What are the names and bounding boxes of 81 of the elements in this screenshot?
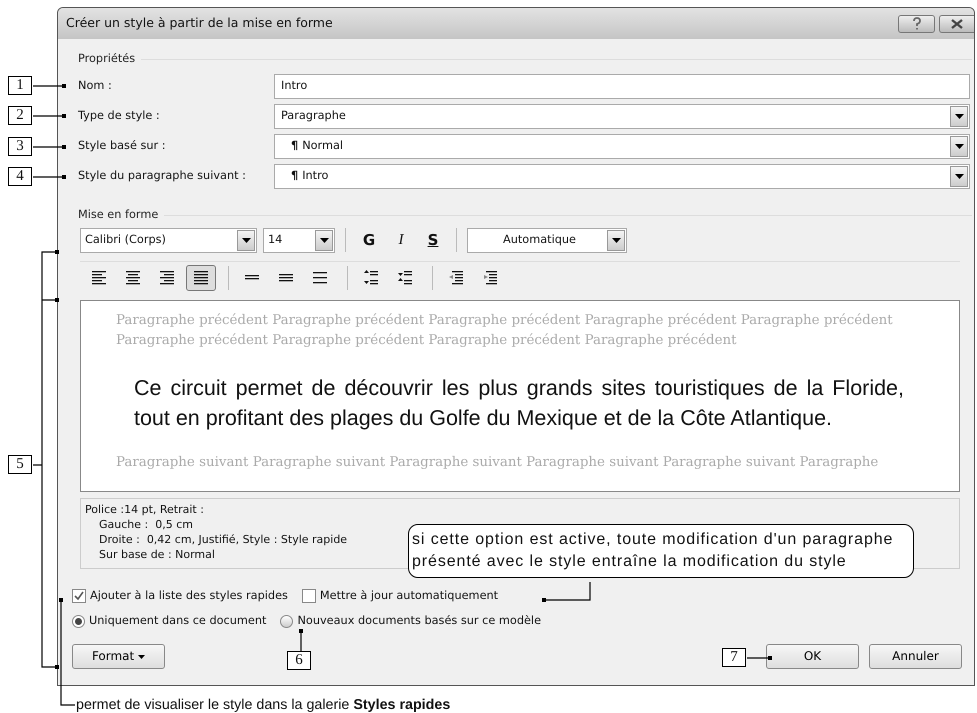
sample-paragraph-text: Ce circuit permet de découvrir les plus grands sites touristiques de la Floride, tout en profitant des plages du Golfe du Mexique et de la Côte Atlantique.: [134, 374, 904, 432]
font-dropdown[interactable]: Calibri (Corps): [80, 228, 257, 253]
close-icon: [951, 18, 963, 28]
callout-number: 5: [8, 455, 32, 474]
dropdown-arrow-icon: [954, 174, 964, 179]
align-right-icon: [160, 270, 174, 286]
callout-number: 7: [722, 648, 746, 667]
radio-label: Uniquement dans ce document: [89, 612, 266, 629]
color-dropdown[interactable]: Automatique: [467, 228, 627, 253]
underline-button[interactable]: S: [420, 229, 446, 252]
checkbox-label: Mettre à jour automatiquement: [320, 588, 498, 604]
dropdown-value: Calibri (Corps): [85, 232, 166, 248]
radio-button[interactable]: [280, 614, 294, 628]
size-dropdown[interactable]: 14: [263, 228, 335, 253]
leader-line: [542, 582, 591, 602]
paragraph-spacing-icon: [398, 270, 412, 286]
italic-button[interactable]: I: [388, 229, 414, 252]
leader-line: [747, 656, 772, 660]
field-label: Style basé sur :: [78, 138, 167, 154]
dropdown-arrow-icon: [954, 144, 964, 149]
justify-icon: [194, 270, 208, 286]
format-menu-button[interactable]: Format: [72, 644, 165, 669]
line-spacing-icon: [313, 270, 327, 286]
radio-label: Nouveaux documents basés sur ce modèle: [297, 612, 542, 629]
pilcrow-symbol: ¶: [291, 138, 298, 154]
callout-number: 3: [8, 137, 32, 156]
help-icon: [912, 17, 922, 30]
align-left-icon: [92, 270, 106, 286]
style-dropdown[interactable]: ¶ Intro: [274, 164, 970, 189]
field-label: Type de style :: [78, 108, 161, 124]
field-value: Normal: [302, 138, 344, 154]
dropdown-value: 14: [268, 232, 282, 248]
checkbox[interactable]: [72, 589, 86, 604]
indent-increase-icon: [483, 270, 497, 286]
help-button[interactable]: [898, 14, 935, 32]
callout-number: 1: [8, 76, 32, 95]
bold-button[interactable]: G: [356, 229, 382, 252]
callout-number: 6: [287, 651, 311, 670]
field-value: Intro: [281, 78, 308, 94]
paragraph-spacing-icon: [364, 270, 378, 286]
description-text: Sur base de : Normal: [98, 546, 215, 562]
caret-icon: [138, 654, 146, 659]
cancel-button[interactable]: Annuler: [869, 644, 962, 669]
leader-line: [33, 84, 66, 88]
dropdown-value: Automatique: [502, 232, 577, 248]
radio-button[interactable]: [72, 614, 85, 628]
justify-button[interactable]: [186, 264, 216, 291]
name-input-field[interactable]: Intro: [274, 74, 970, 99]
checkbox[interactable]: [302, 589, 316, 604]
indent-decrease-icon: [449, 270, 463, 286]
close-button[interactable]: [939, 14, 974, 32]
field-label: Nom :: [78, 78, 113, 94]
ok-button[interactable]: OK: [766, 644, 859, 669]
callout-number: 4: [8, 167, 32, 186]
field-value: Paragraphe: [281, 108, 346, 124]
checkbox-label: Ajouter à la liste des styles rapides: [90, 588, 288, 604]
window-title: Créer un style à partir de la mise en forme: [66, 14, 334, 32]
group-heading: Mise en forme: [78, 206, 158, 223]
following-paragraph-text: Paragraphe suivant Paragraphe suivant Paragraphe suivant Paragraphe suivant Paragraphe suivant Paragraphe: [116, 454, 880, 472]
dropdown-arrow-icon: [954, 114, 964, 119]
leader-line: [33, 114, 66, 118]
leader-line: [299, 629, 303, 651]
dropdown-arrow-icon: [612, 238, 620, 243]
field-label: Style du paragraphe suivant :: [78, 168, 247, 184]
description-text: Gauche : 0,5 cm: [98, 516, 193, 532]
callout-bubble: si cette option est active, toute modification d'un paragraphe présenté avec le style entraîne la modification du style: [408, 524, 914, 578]
pilcrow-symbol: ¶: [291, 168, 298, 184]
style-dropdown[interactable]: Paragraphe: [274, 104, 970, 129]
callout-number: 2: [8, 106, 32, 125]
dropdown-arrow-icon: [320, 238, 328, 243]
field-value: Intro: [302, 168, 328, 184]
dropdown-arrow-icon: [242, 238, 250, 243]
leader-line: [33, 175, 66, 179]
preceding-paragraph-text: Paragraphe précédent Paragraphe précédent Paragraphe précédent Paragraphe précédent Paragraphe précédent Paragraphe précédent Paragraphe précédent Paragraphe précédent Paragraphe précédent: [116, 312, 894, 350]
caption-text: permet de visualiser le style dans la galerie Styles rapides: [76, 696, 450, 713]
align-center-icon: [126, 270, 140, 286]
leader-line: [33, 145, 66, 149]
description-text: Police :14 pt, Retrait :: [85, 502, 204, 517]
group-heading: Propriétés: [78, 51, 136, 67]
description-text: Droite : 0,42 cm, Justifié, Style : Style rapide: [98, 532, 348, 547]
style-dropdown[interactable]: ¶ Normal: [274, 134, 970, 159]
